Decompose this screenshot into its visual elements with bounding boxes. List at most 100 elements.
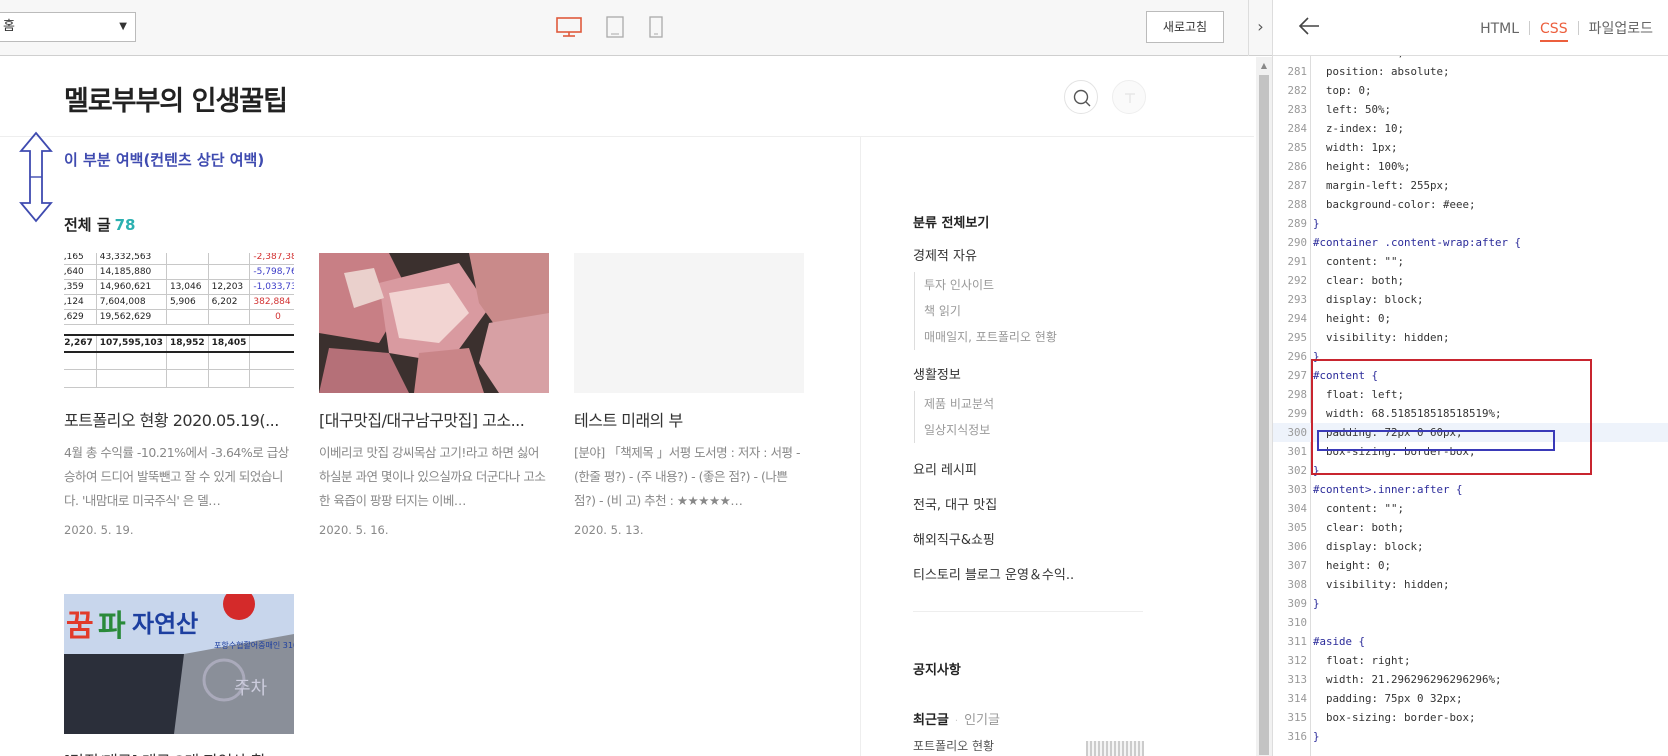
subcategory-item[interactable]: 제품 비교분석 xyxy=(924,391,1153,417)
code-line[interactable]: 284 z-index: 10; xyxy=(1273,119,1668,138)
sheet-cell xyxy=(207,264,251,280)
line-number: 287 xyxy=(1287,179,1307,192)
scrollbar-thumb[interactable] xyxy=(1259,75,1269,755)
code-line[interactable]: 304 content: ""; xyxy=(1273,499,1668,518)
code-line[interactable]: 286 height: 100%; xyxy=(1273,157,1668,176)
tab-html[interactable]: HTML xyxy=(1480,21,1519,37)
line-number: 315 xyxy=(1287,711,1307,724)
code-line[interactable]: 285 width: 1px; xyxy=(1273,138,1668,157)
blog-title[interactable]: 멜로부부의 인생꿀팁 xyxy=(64,79,288,118)
line-number: 291 xyxy=(1287,255,1307,268)
sheet-cell: 3,165 xyxy=(64,253,97,265)
post-card[interactable]: 3,16543,332,563 -2,387,380 4,64014,185,88… xyxy=(64,253,294,537)
category-item[interactable]: 티스토리 블로그 운영＆수익.. xyxy=(913,564,1153,583)
post-count-heading: 전체 글 78 xyxy=(64,214,136,235)
sheet-cell: -1,033,738 xyxy=(249,279,294,295)
recent-post-link[interactable]: 포트폴리오 현황 xyxy=(913,737,994,754)
code-line[interactable]: 312 float: right; xyxy=(1273,651,1668,670)
recent-post-thumbnail[interactable] xyxy=(1086,741,1144,756)
tab-file-upload[interactable]: 파일업로드 xyxy=(1589,18,1653,38)
post-thumbnail-placeholder[interactable] xyxy=(574,253,804,393)
post-thumbnail[interactable]: 꿈 파 자연산 포항수협활어중매인 310 주차 xyxy=(64,594,294,734)
post-thumbnail[interactable] xyxy=(319,253,549,393)
category-item[interactable]: 생활정보 xyxy=(913,364,1153,383)
refresh-button[interactable]: 새로고침 xyxy=(1146,11,1224,43)
sheet-cell xyxy=(165,253,209,265)
scroll-up-icon[interactable]: ▲ xyxy=(1256,61,1272,70)
code-line[interactable]: 311 #aside { xyxy=(1273,632,1668,651)
mobile-view-icon[interactable] xyxy=(648,16,664,38)
code-line[interactable]: 310 xyxy=(1273,613,1668,632)
back-arrow-icon[interactable] xyxy=(1297,14,1321,38)
desktop-view-icon[interactable] xyxy=(556,17,582,37)
code-line[interactable]: 289} xyxy=(1273,214,1668,233)
line-number: 311 xyxy=(1287,635,1307,648)
line-number: 305 xyxy=(1287,521,1307,534)
code-line[interactable]: 291 content: ""; xyxy=(1273,252,1668,271)
code-line[interactable]: 306 display: block; xyxy=(1273,537,1668,556)
post-card[interactable]: 꿈 파 자연산 포항수협활어중매인 310 주차 [맛집/대구] 대구 3대 자… xyxy=(64,594,294,756)
code-line[interactable]: 294 height: 0; xyxy=(1273,309,1668,328)
subcategory-item[interactable]: 일상지식정보 xyxy=(924,417,1153,443)
subcategory-item[interactable]: 매매일지, 포트폴리오 현황 xyxy=(924,324,1153,350)
code-line[interactable]: 292 clear: both; xyxy=(1273,271,1668,290)
search-button[interactable] xyxy=(1064,80,1098,114)
code-line[interactable]: 295 visibility: hidden; xyxy=(1273,328,1668,347)
tablet-view-icon[interactable] xyxy=(605,16,625,38)
category-item[interactable]: 전국, 대구 맛집 xyxy=(913,494,1153,513)
line-number: 294 xyxy=(1287,312,1307,325)
category-all-link[interactable]: 분류 전체보기 xyxy=(913,212,1153,231)
code-line[interactable]: 287 margin-left: 255px; xyxy=(1273,176,1668,195)
editor-tabs: HTML CSS 파일업로드 xyxy=(1480,18,1653,42)
subcategory-item[interactable]: 책 읽기 xyxy=(924,298,1153,324)
subcategory-list: 제품 비교분석 일상지식정보 xyxy=(914,391,1153,443)
tab-recent[interactable]: 최근글 xyxy=(913,713,949,728)
code-line[interactable]: 283 left: 50%; xyxy=(1273,100,1668,119)
code-line[interactable]: 307 height: 0; xyxy=(1273,556,1668,575)
sheet-cell: -5,798,760 xyxy=(249,264,294,280)
subcategory-item[interactable]: 투자 인사이트 xyxy=(924,272,1153,298)
profile-button[interactable] xyxy=(1112,80,1146,114)
tab-css[interactable]: CSS xyxy=(1540,21,1568,42)
post-date: 2020. 5. 13. xyxy=(574,523,644,537)
category-item[interactable]: 요리 레시피 xyxy=(913,459,1153,478)
tab-separator xyxy=(1529,21,1531,35)
line-number: 304 xyxy=(1287,502,1307,515)
category-item[interactable]: 해외직구&쇼핑 xyxy=(913,529,1153,548)
tab-popular[interactable]: 인기글 xyxy=(964,713,1000,728)
post-thumbnail[interactable]: 3,16543,332,563 -2,387,380 4,64014,185,88… xyxy=(64,253,294,393)
preview-scrollbar[interactable]: ▲ xyxy=(1256,57,1272,756)
post-title[interactable]: 포트폴리오 현황 2020.05.19(... xyxy=(64,407,294,431)
category-item[interactable]: 경제적 자유 xyxy=(913,245,1153,264)
sheet-cell: 6,202 xyxy=(207,294,251,310)
code-line[interactable]: 290 #container .content-wrap:after { xyxy=(1273,233,1668,252)
panel-collapse-button[interactable]: › xyxy=(1248,0,1272,56)
code-text: display: block; xyxy=(1313,293,1424,306)
code-line[interactable]: 313 width: 21.296296296296296%; xyxy=(1273,670,1668,689)
post-card[interactable]: [대구맛집/대구남구맛집] 고소... 이베리코 맛집 강씨목삼 고기!라고 하… xyxy=(319,253,549,537)
code-line[interactable]: 314 padding: 75px 0 32px; xyxy=(1273,689,1668,708)
code-line[interactable]: 316} xyxy=(1273,727,1668,746)
code-line[interactable]: 303 #content>.inner:after { xyxy=(1273,480,1668,499)
code-line[interactable]: 305 clear: both; xyxy=(1273,518,1668,537)
code-line[interactable]: 293 display: block; xyxy=(1273,290,1668,309)
sheet-cell: 43,332,563 xyxy=(95,253,167,265)
code-text: left: 50%; xyxy=(1313,103,1392,116)
blog-preview: 멜로부부의 인생꿀팁 이 부분 여백(컨텐츠 상단 여백) 전체 글 78 ,1… xyxy=(0,57,1254,756)
code-line[interactable]: 282 top: 0; xyxy=(1273,81,1668,100)
code-text: float: right; xyxy=(1313,654,1411,667)
code-line[interactable]: 281 position: absolute; xyxy=(1273,62,1668,81)
code-line[interactable]: 308 visibility: hidden; xyxy=(1273,575,1668,594)
code-line[interactable]: 309} xyxy=(1273,594,1668,613)
code-line[interactable]: 315 box-sizing: border-box; xyxy=(1273,708,1668,727)
css-code-area[interactable]: 280 content: "";281 position: absolute;2… xyxy=(1273,56,1668,756)
post-title[interactable]: [대구맛집/대구남구맛집] 고소... xyxy=(319,407,549,431)
code-text: clear: both; xyxy=(1313,521,1405,534)
post-card[interactable]: 테스트 미래의 부 [분야] 「책제목 」서평 도서명 : 저자 : 서평 - … xyxy=(574,253,804,537)
post-title[interactable]: 테스트 미래의 부 xyxy=(574,407,804,431)
page-select[interactable]: 홈 ▼ xyxy=(0,12,136,42)
post-title[interactable]: [맛집/대구] 대구 3대 자연산 횟... xyxy=(64,748,294,756)
code-line[interactable]: 288 background-color: #eee; xyxy=(1273,195,1668,214)
page-select-value: 홈 xyxy=(3,19,15,34)
notice-heading: 공지사항 xyxy=(913,663,961,678)
